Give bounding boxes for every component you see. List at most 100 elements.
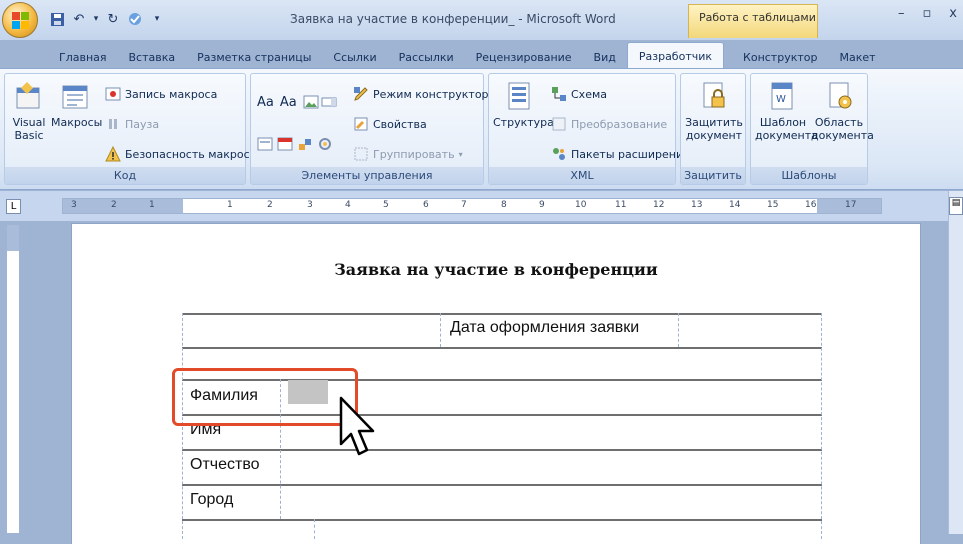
ruler-number: 4: [345, 200, 351, 210]
ruler-number: 10: [575, 200, 587, 210]
building-block-icon[interactable]: [297, 136, 313, 152]
ribbon: Visual Basic Макросы Запись макроса Пауз…: [0, 68, 963, 190]
legacy-tools-icon[interactable]: [317, 136, 333, 152]
dropdown-arrow-icon[interactable]: ▾: [92, 10, 100, 28]
design-mode-icon: [353, 86, 369, 102]
visual-basic-button[interactable]: Visual Basic: [9, 80, 49, 142]
ruler-number: 16: [805, 200, 817, 210]
document-page[interactable]: Заявка на участие в конференции Дата офо…: [72, 224, 920, 544]
ruler-number: 3: [307, 200, 313, 210]
plain-text-icon[interactable]: Aa: [280, 95, 297, 110]
ruler-number: 11: [615, 200, 627, 210]
ruler-left-margin: [63, 199, 183, 213]
transform-icon: [551, 116, 567, 132]
group-templates: W Шаблон документа Область документа Шаб…: [750, 73, 874, 185]
protect-document-button[interactable]: Защитить документ: [685, 80, 743, 142]
patronymic-label: Отчество: [190, 456, 260, 473]
rich-text-control-button[interactable]: Aa Aa: [257, 94, 337, 110]
properties-button[interactable]: Свойства: [353, 116, 427, 132]
table-row: Город: [182, 484, 822, 519]
macro-security-label: Безопасность макросов: [125, 147, 263, 161]
record-macro-button[interactable]: Запись макроса: [105, 86, 217, 102]
group-xml-label: XML: [489, 167, 675, 184]
record-macro-icon: [105, 86, 121, 102]
maximize-button[interactable]: ▫: [922, 6, 931, 21]
group-button[interactable]: Группировать ▾: [353, 146, 463, 162]
tab-stop-selector[interactable]: L: [6, 199, 21, 214]
document-panel-button[interactable]: Область документа: [811, 80, 874, 142]
expansion-packs-button[interactable]: Пакеты расширения: [551, 146, 690, 162]
redo-icon[interactable]: ↻: [104, 10, 122, 28]
ruler-number: 12: [653, 200, 665, 210]
office-button[interactable]: [2, 2, 38, 38]
warning-icon: [105, 145, 121, 162]
ruler-number: 1: [227, 200, 233, 210]
group-xml: Структура Схема Преобразование Пакеты ра…: [488, 73, 690, 185]
ruler-number: 1: [149, 200, 155, 210]
structure-button[interactable]: Структура: [493, 80, 554, 129]
pause-label: Пауза: [125, 117, 160, 131]
macros-button[interactable]: Макросы: [51, 80, 103, 129]
tab-view[interactable]: Вид: [583, 44, 627, 70]
tab-insert[interactable]: Вставка: [118, 44, 187, 70]
ruler-number: 5: [383, 200, 389, 210]
properties-label: Свойства: [373, 117, 427, 131]
visual-basic-label: Visual Basic: [12, 116, 46, 142]
picture-control-icon[interactable]: [303, 94, 319, 110]
macros-label: Макросы: [51, 116, 103, 129]
horizontal-ruler: L 3 2 1 1 2 3 4 5 6 7 8 9 10 11 12 13 14…: [0, 191, 963, 221]
ruler-number: 15: [767, 200, 779, 210]
document-template-button[interactable]: W Шаблон документа: [755, 80, 818, 142]
dropdown-list-icon[interactable]: [257, 136, 273, 152]
vertical-ruler-margin: [7, 225, 19, 251]
transform-button[interactable]: Преобразование: [551, 116, 667, 132]
document-template-label: Шаблон документа: [755, 116, 818, 142]
tab-developer[interactable]: Разработчик: [626, 42, 725, 70]
lock-document-icon: [698, 80, 730, 112]
table-tools-label: Работа с таблицами: [688, 4, 818, 38]
expansion-packs-label: Пакеты расширения: [571, 147, 690, 161]
save-icon[interactable]: [48, 10, 66, 28]
group-controls-label: Элементы управления: [251, 167, 483, 184]
highlight-frame: [172, 368, 358, 426]
transform-label: Преобразование: [571, 117, 668, 131]
customize-qat-icon[interactable]: ▾: [148, 10, 166, 28]
mouse-pointer-icon: [337, 394, 377, 464]
ruler-strip[interactable]: 3 2 1 1 2 3 4 5 6 7 8 9 10 11 12 13 14 1…: [62, 198, 882, 214]
table-gridline: [678, 313, 679, 347]
ruler-number: 9: [539, 200, 545, 210]
tab-mailings[interactable]: Рассылки: [388, 44, 465, 70]
design-mode-button[interactable]: Режим конструктора: [353, 86, 495, 102]
ruler-number: 14: [729, 200, 741, 210]
tab-review[interactable]: Рецензирование: [465, 44, 583, 70]
schema-button[interactable]: Схема: [551, 86, 607, 102]
tab-design[interactable]: Конструктор: [732, 44, 828, 70]
ruler-number: 2: [111, 200, 117, 210]
title-bar: ↶ ▾ ↻ ▾ Заявка на участие в конференции_…: [0, 0, 963, 40]
record-macro-label: Запись макроса: [125, 87, 218, 101]
ruler-toggle-icon[interactable]: ▤: [949, 197, 963, 215]
table-gridline: [821, 313, 822, 539]
tab-layout[interactable]: Макет: [828, 44, 886, 70]
properties-icon: [353, 116, 369, 132]
vertical-scrollbar[interactable]: ▤: [948, 191, 963, 534]
ruler-number: 8: [501, 200, 507, 210]
schema-icon: [551, 86, 567, 102]
window-title: Заявка на участие в конференции_ - Micro…: [290, 12, 616, 26]
macro-security-button[interactable]: Безопасность макросов: [105, 145, 263, 162]
document-panel-icon: [823, 80, 855, 112]
spellcheck-icon[interactable]: [126, 10, 144, 28]
tab-home[interactable]: Главная: [48, 44, 118, 70]
pause-button[interactable]: Пауза: [105, 116, 159, 132]
svg-text:W: W: [776, 94, 786, 105]
minimize-button[interactable]: –: [898, 6, 905, 21]
tab-references[interactable]: Ссылки: [322, 44, 387, 70]
table-gridline: [314, 519, 315, 539]
combo-box-icon[interactable]: [321, 94, 337, 110]
vertical-ruler[interactable]: [6, 224, 20, 534]
group-controls: Aa Aa Режим конструктора Свойства Группи…: [250, 73, 495, 185]
tab-page-layout[interactable]: Разметка страницы: [186, 44, 322, 70]
undo-icon[interactable]: ↶: [70, 10, 88, 28]
date-picker-icon[interactable]: [277, 136, 293, 152]
close-button[interactable]: x: [949, 6, 957, 21]
